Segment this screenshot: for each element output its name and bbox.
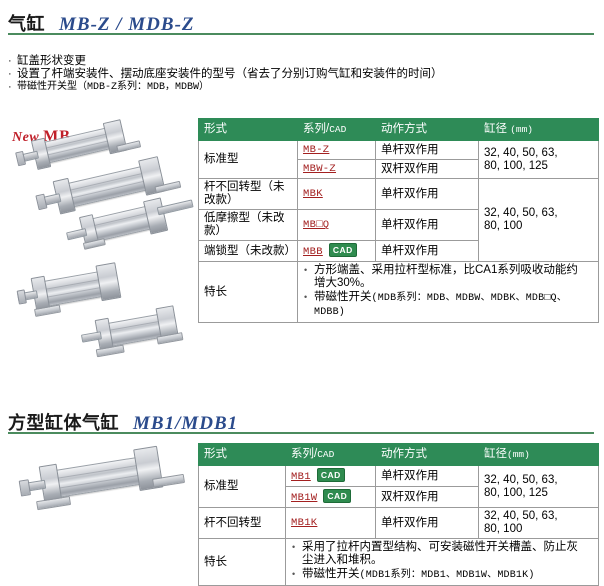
table-row: 标准型 MB-Z 单杆双作用 32, 40, 50, 63, 80, 100, 1… — [198, 140, 599, 179]
feature-text-a: 采用了拉杆内置型结构、可安装磁性开关槽盖、防止灰 — [302, 541, 578, 553]
features-list: 方形端盖、采用拉杆型标准，比CA1系列吸收动能约增大30%。 带磁性开关(MDB… — [303, 264, 593, 319]
table-header-row: 形式 系列/CAD 动作方式 缸径 (mm) — [198, 118, 599, 141]
cell-features-label: 特长 — [198, 261, 298, 323]
table-row: 杆不回转型（未改款） MBK 单杆双作用 32, 40, 50, 63, 80, … — [198, 178, 599, 262]
list-item: · 设置了杆端安装件、摆动底座安装件的型号（省去了分别订购气缸和安装件的时间） — [8, 68, 568, 81]
cylinder-illustration — [16, 438, 188, 523]
cell-action: 单杆双作用 — [375, 240, 479, 262]
col-header-series-text: 系列/ — [303, 123, 330, 135]
table-row: 杆不回转型 MB1K 单杆双作用 32, 40, 50, 63, 80, 100 — [198, 507, 599, 539]
table-row: 标准型 MB1 CAD 单杆双作用 32, 40, 50, 63, 80, 100,… — [198, 465, 599, 508]
cell-type: 杆不回转型（未改款） — [198, 178, 298, 210]
col-header-cad-text: CAD — [329, 124, 347, 135]
cell-action: 单杆双作用 — [375, 140, 479, 160]
feature-text-c: 带磁性开关 — [314, 291, 372, 303]
spec-table-mb1: 形式 系列/CAD 动作方式 缸径(mm) 标准型 MB1 CAD 单杆双作用 3… — [198, 443, 599, 586]
feature-text-e: MDBB) — [314, 307, 346, 318]
cad-badge[interactable]: CAD — [323, 489, 352, 503]
cell-features: 方形端盖、采用拉杆型标准，比CA1系列吸收动能约增大30%。 带磁性开关(MDB… — [297, 261, 599, 323]
series-link-mbb[interactable]: MBB — [303, 246, 323, 258]
col-header-form: 形式 — [198, 443, 286, 466]
feature-text-d: (MDB系列：MDB、MDBW、MDBK、MDB□Q、 — [371, 293, 567, 304]
list-item: 带磁性开关(MDB系列：MDB、MDBW、MDBK、MDB□Q、 MDBB) — [303, 291, 593, 319]
cell-bore: 32, 40, 50, 63, 80, 100, 125 — [478, 465, 599, 508]
series-link-mb-z[interactable]: MB-Z — [303, 144, 329, 156]
cell-features: 采用了拉杆内置型结构、可安装磁性开关槽盖、防止灰尘进入和堆积。 带磁性开关(MD… — [285, 538, 599, 586]
bullet-dot-icon: · — [8, 81, 12, 93]
list-item: 带磁性开关(MDB1系列：MDB1、MDB1W、MDB1K) — [291, 568, 593, 582]
series-link-mbk[interactable]: MBK — [303, 188, 323, 200]
series-link-mbq[interactable]: MB□Q — [303, 219, 329, 231]
cell-type: 杆不回转型 — [198, 507, 286, 539]
bullet-text: 缸盖形状变更 — [17, 55, 86, 67]
features-list: 采用了拉杆内置型结构、可安装磁性开关槽盖、防止灰尘进入和堆积。 带磁性开关(MD… — [291, 541, 593, 582]
col-header-cad-text: CAD — [317, 449, 335, 460]
col-header-bore: 缸径 (mm) — [478, 118, 599, 141]
col-header-series-cad: 系列/CAD — [297, 118, 376, 141]
cell-action: 双杆双作用 — [375, 159, 479, 179]
col-header-bore-text: 缸径 — [484, 123, 507, 135]
col-header-series-cad: 系列/CAD — [285, 443, 376, 466]
col-header-action: 动作方式 — [375, 118, 479, 141]
cell-type: 标准型 — [198, 465, 286, 508]
series-link-mb1k[interactable]: MB1K — [291, 517, 317, 529]
cell-action: 双杆双作用 — [375, 486, 479, 508]
cell-action: 单杆双作用 — [375, 209, 479, 241]
cell-series: MB□Q — [297, 209, 376, 241]
cell-action: 单杆双作用 — [375, 465, 479, 487]
col-header-bore-text: 缸径 — [484, 448, 507, 460]
cell-series: MB1K — [285, 507, 376, 539]
series-link-mb1[interactable]: MB1 — [291, 471, 311, 483]
table-header-row: 形式 系列/CAD 动作方式 缸径(mm) — [198, 443, 599, 466]
col-header-bore-unit: (mm) — [510, 124, 534, 135]
cad-badge[interactable]: CAD — [316, 468, 345, 482]
cad-badge[interactable]: CAD — [328, 243, 357, 257]
series-link-mbw-z[interactable]: MBW-Z — [303, 163, 336, 175]
product-photo-mb1 — [0, 445, 195, 568]
table-row-features: 特长 采用了拉杆内置型结构、可安装磁性开关槽盖、防止灰尘进入和堆积。 带磁性开关… — [198, 538, 599, 586]
cell-action: 单杆双作用 — [375, 178, 479, 210]
cell-bore: 32, 40, 50, 63, 80, 100 — [478, 178, 599, 262]
cell-type: 端锁型（未改款） — [198, 240, 298, 262]
section1-title-rule — [8, 33, 594, 35]
bullet-dot-icon: · — [8, 55, 12, 67]
col-header-action: 动作方式 — [375, 443, 479, 466]
col-header-bore: 缸径(mm) — [478, 443, 599, 466]
product-photo-mbz-group — [0, 119, 194, 250]
feature-text-a: 方形端盖、采用拉杆型标准，比CA1系列吸收动能约 — [314, 264, 578, 276]
col-header-bore-unit: (mm) — [507, 449, 530, 460]
feature-text-b: 增大30%。 — [314, 277, 372, 289]
col-header-form: 形式 — [198, 118, 298, 141]
bullet-dot-icon: · — [8, 68, 12, 80]
list-item: 方形端盖、采用拉杆型标准，比CA1系列吸收动能约增大30%。 — [303, 264, 593, 290]
cell-series: MBB CAD — [297, 240, 376, 262]
cell-series: MBW-Z — [297, 159, 376, 179]
list-item: 采用了拉杆内置型结构、可安装磁性开关槽盖、防止灰尘进入和堆积。 — [291, 541, 593, 567]
section1-bullet-list: · 缸盖形状变更 · 设置了杆端安装件、摆动底座安装件的型号（省去了分别订购气缸… — [8, 55, 568, 94]
feature-text-c: 带磁性开关 — [302, 568, 360, 580]
cell-type: 低摩擦型（未改款） — [198, 209, 298, 241]
list-item: · 带磁性开关型（MDB-Z系列：MDB，MDBW） — [8, 81, 568, 94]
cell-series: MB1W CAD — [285, 486, 376, 508]
series-link-mb1w[interactable]: MB1W — [291, 492, 317, 504]
cell-series: MB-Z — [297, 140, 376, 160]
feature-text-d: (MDB1系列：MDB1、MDB1W、MDB1K) — [359, 570, 535, 581]
feature-text-b: 尘进入和堆积。 — [302, 554, 383, 566]
cell-series: MB1 CAD — [285, 465, 376, 487]
cell-bore: 32, 40, 50, 63, 80, 100, 125 — [478, 140, 599, 179]
table-row-features: 特长 方形端盖、采用拉杆型标准，比CA1系列吸收动能约增大30%。 带磁性开关(… — [198, 261, 599, 323]
col-header-series-text: 系列/ — [291, 448, 318, 460]
bullet-text: 设置了杆端安装件、摆动底座安装件的型号（省去了分别订购气缸和安装件的时间） — [17, 68, 443, 80]
cell-type: 标准型 — [198, 140, 298, 179]
spec-table-mbz: 形式 系列/CAD 动作方式 缸径 (mm) 标准型 MB-Z 单杆双作用 32… — [198, 118, 599, 323]
cell-series: MBK — [297, 178, 376, 210]
cell-action: 单杆双作用 — [375, 507, 479, 539]
cell-features-label: 特长 — [198, 538, 286, 586]
product-photo-mbz-mount-group — [0, 258, 190, 383]
list-item: · 缸盖形状变更 — [8, 55, 568, 68]
cell-bore: 32, 40, 50, 63, 80, 100 — [478, 507, 599, 539]
bullet-text: 带磁性开关型（MDB-Z系列：MDB，MDBW） — [17, 82, 210, 93]
section2-title-rule — [8, 432, 594, 434]
